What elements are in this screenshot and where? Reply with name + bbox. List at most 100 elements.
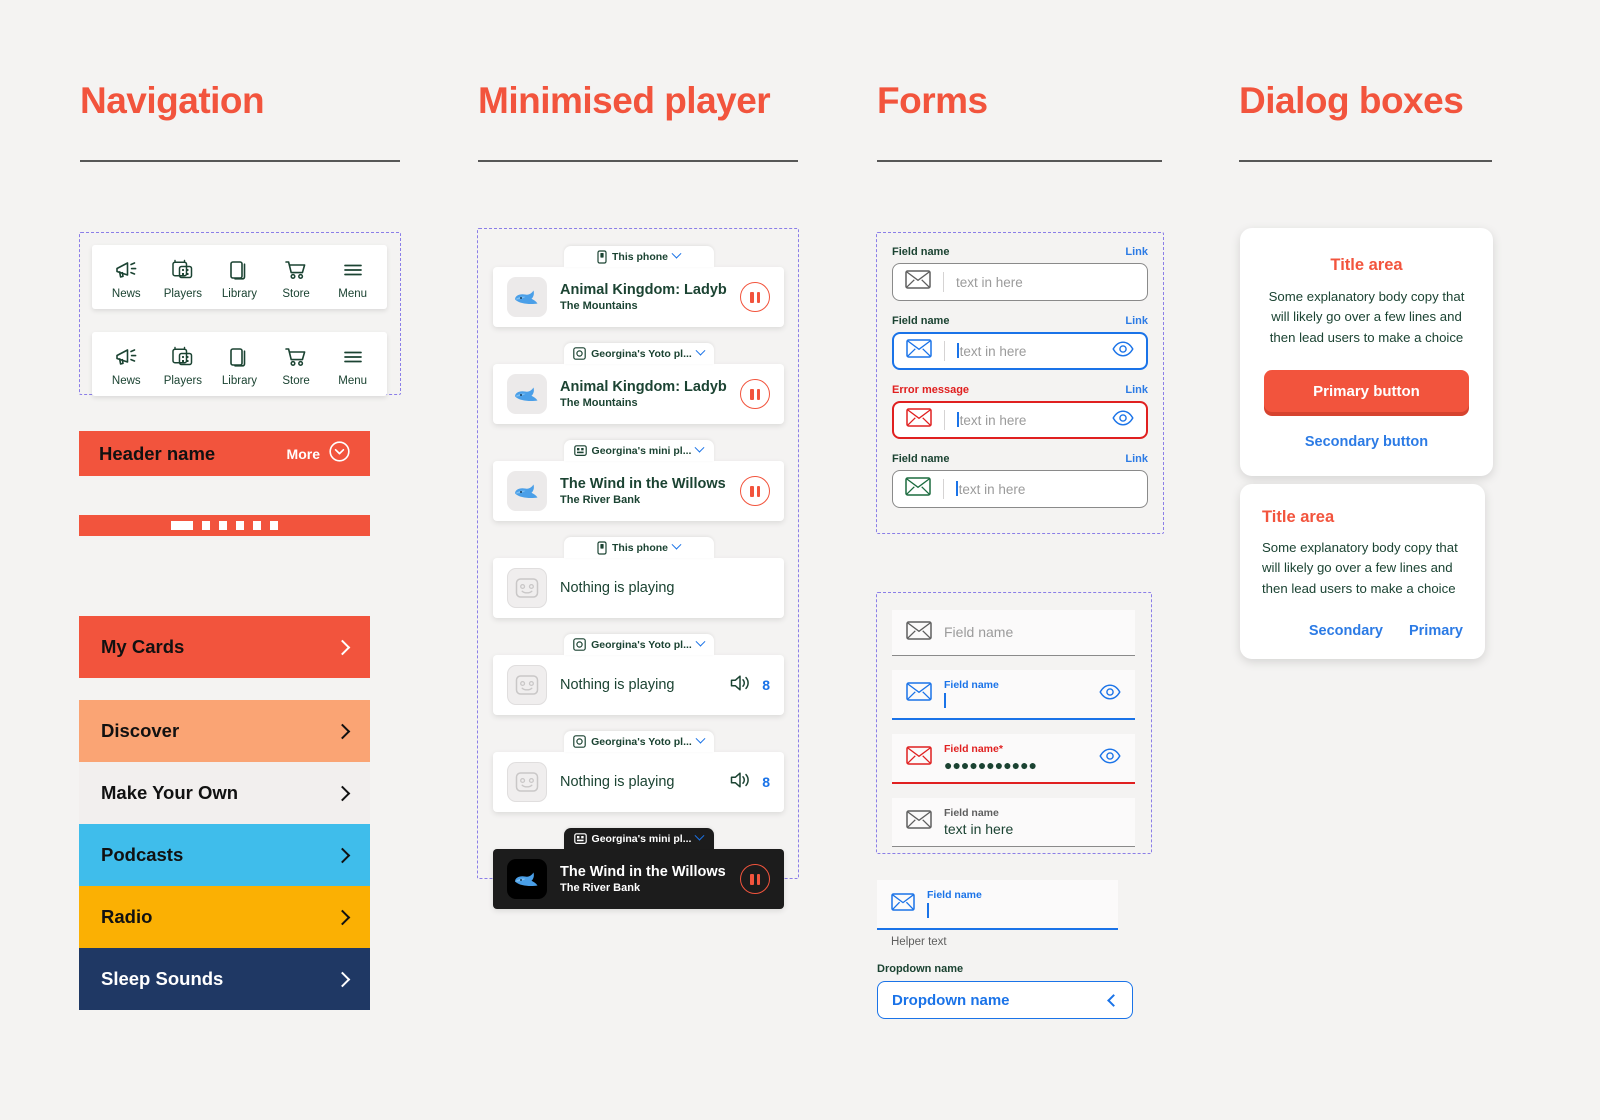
yoto-player-icon bbox=[573, 638, 586, 651]
empty-state-label: Nothing is playing bbox=[560, 677, 675, 693]
design-system-sheet: Navigation Minimised player Forms Dialog… bbox=[0, 0, 1600, 1120]
player-card[interactable]: Nothing is playing 8 bbox=[493, 655, 784, 715]
pause-button[interactable] bbox=[740, 282, 770, 312]
chevron-down-circle-icon bbox=[329, 440, 350, 467]
player-card[interactable]: Animal Kingdom: Ladybird Ad... The Mount… bbox=[493, 267, 784, 327]
secondary-button[interactable]: Secondary bbox=[1309, 623, 1383, 639]
pause-button[interactable] bbox=[740, 864, 770, 894]
field-link[interactable]: Link bbox=[1125, 453, 1148, 465]
device-name: Georgina's Yoto pl... bbox=[591, 638, 692, 651]
eye-icon[interactable] bbox=[1099, 683, 1121, 705]
input-value: text in here bbox=[956, 481, 1135, 497]
nav-list-item[interactable]: Radio bbox=[79, 886, 370, 948]
device-selector-tab[interactable]: This phone bbox=[563, 537, 714, 558]
field-link[interactable]: Link bbox=[1125, 315, 1148, 327]
filled-text-input[interactable]: Field name* ●●●●●●●●●●● bbox=[892, 734, 1135, 784]
player-card-stack: This phone Animal Kingdom: Ladybird Ad..… bbox=[493, 246, 784, 909]
nav-list-item[interactable]: Make Your Own bbox=[79, 762, 370, 824]
chevron-down-icon bbox=[671, 248, 682, 259]
primary-button[interactable]: Primary bbox=[1409, 623, 1463, 639]
dialog-inline[interactable]: Title area Some explanatory body copy th… bbox=[1240, 484, 1485, 660]
yoto-player-icon bbox=[573, 347, 586, 360]
whale-art bbox=[507, 471, 547, 511]
minimised-player: Georgina's mini pl... The Wind in the Wi… bbox=[493, 828, 784, 909]
player-card[interactable]: Animal Kingdom: Ladybird Ad... The Mount… bbox=[493, 364, 784, 424]
device-selector-tab[interactable]: Georgina's mini pl... bbox=[563, 440, 714, 461]
nav-tab-library[interactable]: Library bbox=[211, 344, 268, 387]
pause-button[interactable] bbox=[740, 476, 770, 506]
nav-list-label: My Cards bbox=[101, 636, 185, 657]
device-selector-tab[interactable]: Georgina's mini pl... bbox=[563, 828, 714, 849]
pause-button[interactable] bbox=[740, 379, 770, 409]
volume-icon bbox=[729, 770, 753, 795]
device-selector-tab[interactable]: Georgina's Yoto pl... bbox=[563, 731, 714, 752]
filled-text-input[interactable]: Field name bbox=[892, 610, 1135, 656]
text-input[interactable]: text in here bbox=[892, 401, 1148, 439]
device-selector-tab[interactable]: Georgina's Yoto pl... bbox=[563, 343, 714, 364]
nav-tab-store[interactable]: Store bbox=[268, 257, 325, 300]
field-link[interactable]: Link bbox=[1125, 384, 1148, 396]
nav-tab-label: Players bbox=[163, 288, 203, 300]
nav-list-item[interactable]: Discover bbox=[79, 700, 370, 762]
column-title: Dialog boxes bbox=[1239, 80, 1464, 121]
nav-tab-news[interactable]: News bbox=[98, 344, 155, 387]
field-link[interactable]: Link bbox=[1125, 246, 1148, 258]
input-divider bbox=[944, 341, 945, 361]
player-card[interactable]: Nothing is playing bbox=[493, 558, 784, 618]
nav-tab-menu[interactable]: Menu bbox=[324, 257, 381, 300]
header-more-button[interactable]: More bbox=[287, 440, 350, 467]
input-divider bbox=[944, 410, 945, 430]
empty-state-label: Nothing is playing bbox=[560, 774, 675, 790]
chevron-down-icon bbox=[695, 442, 705, 453]
nav-tab-players[interactable]: Players bbox=[155, 344, 212, 387]
field-value: text in here bbox=[944, 821, 1014, 837]
dialog-stacked[interactable]: Title area Some explanatory body copy th… bbox=[1240, 228, 1493, 477]
filled-text-input[interactable]: Field name bbox=[892, 670, 1135, 720]
player-card[interactable]: The Wind in the Willows The River Bank bbox=[493, 461, 784, 521]
envelope-icon bbox=[906, 620, 932, 645]
nav-list-item[interactable]: Podcasts bbox=[79, 824, 370, 886]
field-label: Error message bbox=[892, 384, 970, 396]
text-input[interactable]: text in here bbox=[892, 470, 1148, 508]
device-name: Georgina's mini pl... bbox=[591, 444, 692, 457]
nav-list-item[interactable]: My Cards bbox=[79, 616, 370, 678]
form-field: Field name Link text in here bbox=[892, 315, 1148, 370]
text-input[interactable]: text in here bbox=[892, 332, 1148, 370]
device-selector-tab[interactable]: Georgina's Yoto pl... bbox=[563, 634, 714, 655]
filled-field-group: Field name Field name Field name* ●●●●●●… bbox=[892, 610, 1135, 861]
eye-icon[interactable] bbox=[1099, 747, 1121, 769]
nav-tab-label: Store bbox=[282, 288, 310, 300]
nav-list-item[interactable]: Sleep Sounds bbox=[79, 948, 370, 1010]
section-header-bar[interactable]: Header name More bbox=[79, 431, 370, 476]
volume-control[interactable]: 8 bbox=[729, 673, 770, 698]
dropdown-select[interactable]: Dropdown name bbox=[877, 981, 1133, 1019]
text-input[interactable]: text in here bbox=[892, 263, 1148, 301]
field-label: Field name* bbox=[944, 743, 1003, 755]
nav-list-label: Sleep Sounds bbox=[101, 968, 224, 989]
player-card[interactable]: Nothing is playing 8 bbox=[493, 752, 784, 812]
filled-text-input[interactable]: Field name text in here bbox=[892, 798, 1135, 847]
player-card[interactable]: The Wind in the Willows The River Bank bbox=[493, 849, 784, 909]
chevron-right-icon bbox=[334, 639, 351, 655]
dialog-title: Title area bbox=[1330, 256, 1403, 274]
megaphone-icon bbox=[113, 344, 139, 370]
nav-tab-players[interactable]: Players bbox=[155, 257, 212, 300]
secondary-button[interactable]: Secondary button bbox=[1264, 434, 1469, 450]
eye-icon[interactable] bbox=[1112, 340, 1134, 362]
tab-bar-secondary[interactable]: News Players Library Store Menu bbox=[92, 332, 387, 396]
primary-button[interactable]: Primary button bbox=[1264, 370, 1469, 413]
filled-input-focus[interactable]: Field name bbox=[877, 880, 1118, 930]
column-title: Forms bbox=[877, 80, 988, 121]
device-name: This phone bbox=[612, 250, 668, 263]
field-label: Field name bbox=[892, 315, 950, 327]
nav-tab-library[interactable]: Library bbox=[211, 257, 268, 300]
carousel-progress-indicator[interactable] bbox=[79, 515, 370, 536]
nav-tab-store[interactable]: Store bbox=[268, 344, 325, 387]
tab-bar-primary[interactable]: News Players Library Store Menu bbox=[92, 245, 387, 309]
nav-tab-news[interactable]: News bbox=[98, 257, 155, 300]
eye-icon[interactable] bbox=[1112, 409, 1134, 431]
device-selector-tab[interactable]: This phone bbox=[563, 246, 714, 267]
helper-text-field[interactable]: Field name Helper text bbox=[877, 880, 1118, 948]
nav-tab-menu[interactable]: Menu bbox=[324, 344, 381, 387]
volume-control[interactable]: 8 bbox=[729, 770, 770, 795]
